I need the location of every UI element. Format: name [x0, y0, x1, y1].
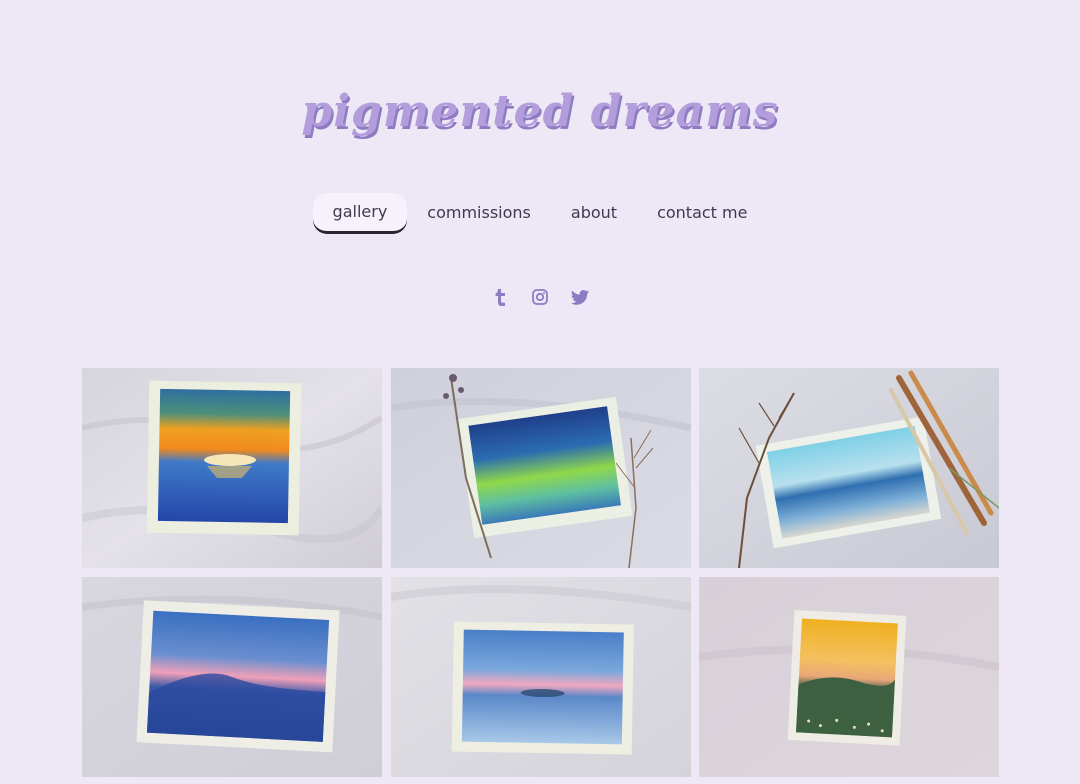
main-nav: gallery commissions about contact me: [0, 193, 1080, 233]
gallery-image-green-aurora[interactable]: [390, 368, 691, 568]
gallery-grid: [82, 368, 999, 777]
gallery-image-sunset-sea[interactable]: [82, 368, 382, 568]
instagram-icon[interactable]: [531, 288, 549, 306]
gallery-image-ocean-waves[interactable]: [699, 368, 999, 568]
gallery-image-pink-mountain[interactable]: [82, 577, 382, 777]
gallery-image-golden-hills[interactable]: [699, 577, 999, 777]
page: pigmented dreams gallery commissions abo…: [0, 0, 1080, 784]
social-links: [0, 288, 1080, 306]
gallery-image-blue-clouds[interactable]: [390, 577, 691, 777]
site-title[interactable]: pigmented dreams: [0, 86, 1080, 137]
tumblr-icon[interactable]: [491, 288, 509, 306]
twitter-icon[interactable]: [571, 288, 589, 306]
nav-contact-me[interactable]: contact me: [637, 194, 767, 232]
nav-about[interactable]: about: [551, 194, 637, 232]
nav-commissions[interactable]: commissions: [407, 194, 551, 232]
nav-gallery[interactable]: gallery: [312, 193, 408, 233]
